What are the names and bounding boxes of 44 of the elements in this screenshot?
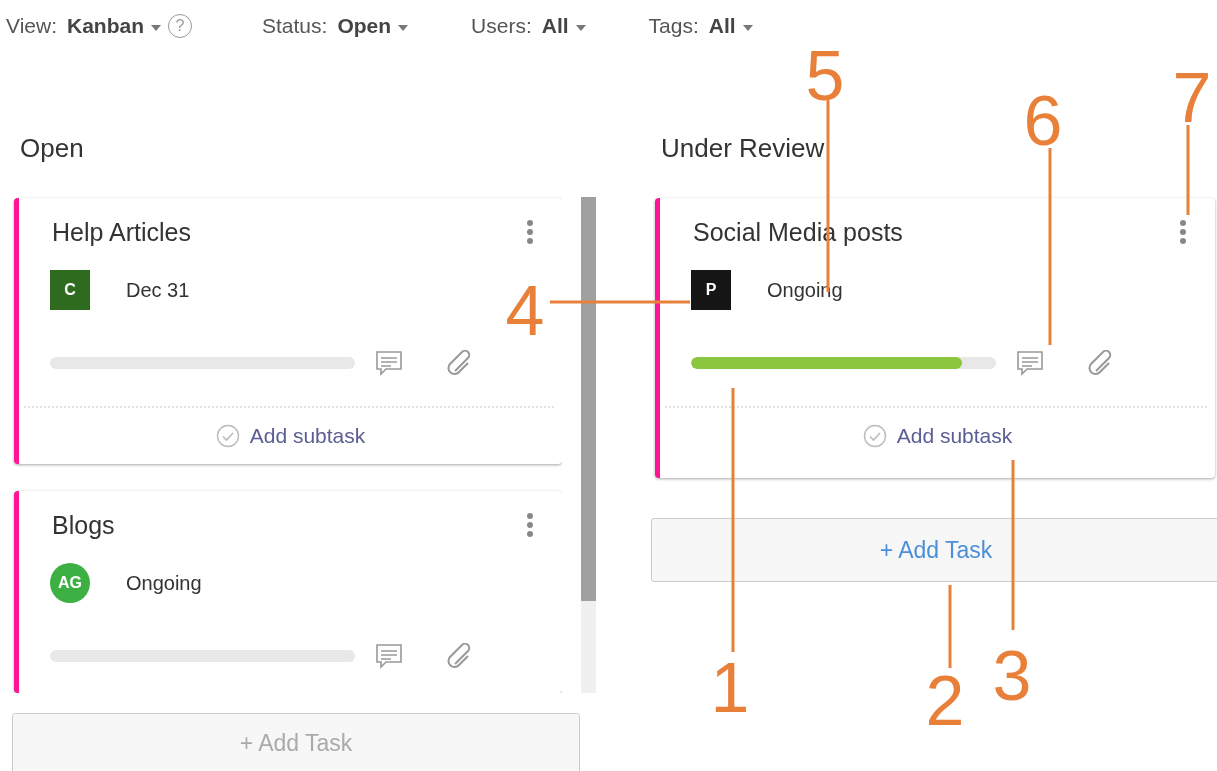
comment-icon[interactable] <box>375 643 403 669</box>
avatar: AG <box>50 563 90 603</box>
avatar: C <box>50 270 90 310</box>
check-circle-icon <box>215 424 240 448</box>
caret-icon <box>397 24 410 32</box>
caret-icon <box>150 24 162 32</box>
filter-label: Status: <box>262 14 328 38</box>
card-due-text: Ongoing <box>767 278 843 302</box>
column-title: Under Review <box>661 133 825 164</box>
filter-value[interactable]: All <box>708 14 736 38</box>
callout-number: 4 <box>505 272 545 350</box>
more-icon[interactable] <box>1179 219 1187 245</box>
filter-label: Users: <box>471 14 532 38</box>
comment-icon[interactable] <box>375 350 403 376</box>
caret-icon <box>574 24 587 32</box>
callout-number: 1 <box>710 649 750 727</box>
add-task-button[interactable]: + Add Task <box>651 518 1217 582</box>
add-subtask-link[interactable]: Add subtask <box>249 424 366 448</box>
callout-number: 3 <box>992 637 1032 715</box>
card-due-text: Ongoing <box>126 571 202 595</box>
callout-number: 2 <box>925 662 965 740</box>
card-title: Blogs <box>52 510 115 540</box>
filter-label: View: <box>6 14 57 38</box>
filter-value[interactable]: All <box>541 14 569 38</box>
scrollbar[interactable] <box>581 197 596 693</box>
more-icon[interactable] <box>526 219 534 245</box>
add-subtask-link[interactable]: Add subtask <box>896 424 1013 448</box>
callout-number: 5 <box>805 37 845 115</box>
filter-value[interactable]: Open <box>337 14 392 38</box>
filter-label: Tags: <box>648 14 699 38</box>
paperclip-icon[interactable] <box>1086 350 1114 376</box>
check-circle-icon <box>862 424 887 448</box>
paperclip-icon[interactable] <box>445 350 473 376</box>
avatar: P <box>691 270 731 310</box>
caret-icon <box>741 24 754 32</box>
callout-number: 6 <box>1023 82 1063 160</box>
filter-value[interactable]: Kanban <box>67 14 144 38</box>
comment-icon[interactable] <box>1016 350 1044 376</box>
card-due-text: Dec 31 <box>126 278 190 302</box>
column-title: Open <box>20 133 84 164</box>
more-icon[interactable] <box>526 512 534 538</box>
paperclip-icon[interactable] <box>445 643 473 669</box>
callout-number: 7 <box>1172 59 1212 137</box>
card-title: Help Articles <box>52 217 191 247</box>
